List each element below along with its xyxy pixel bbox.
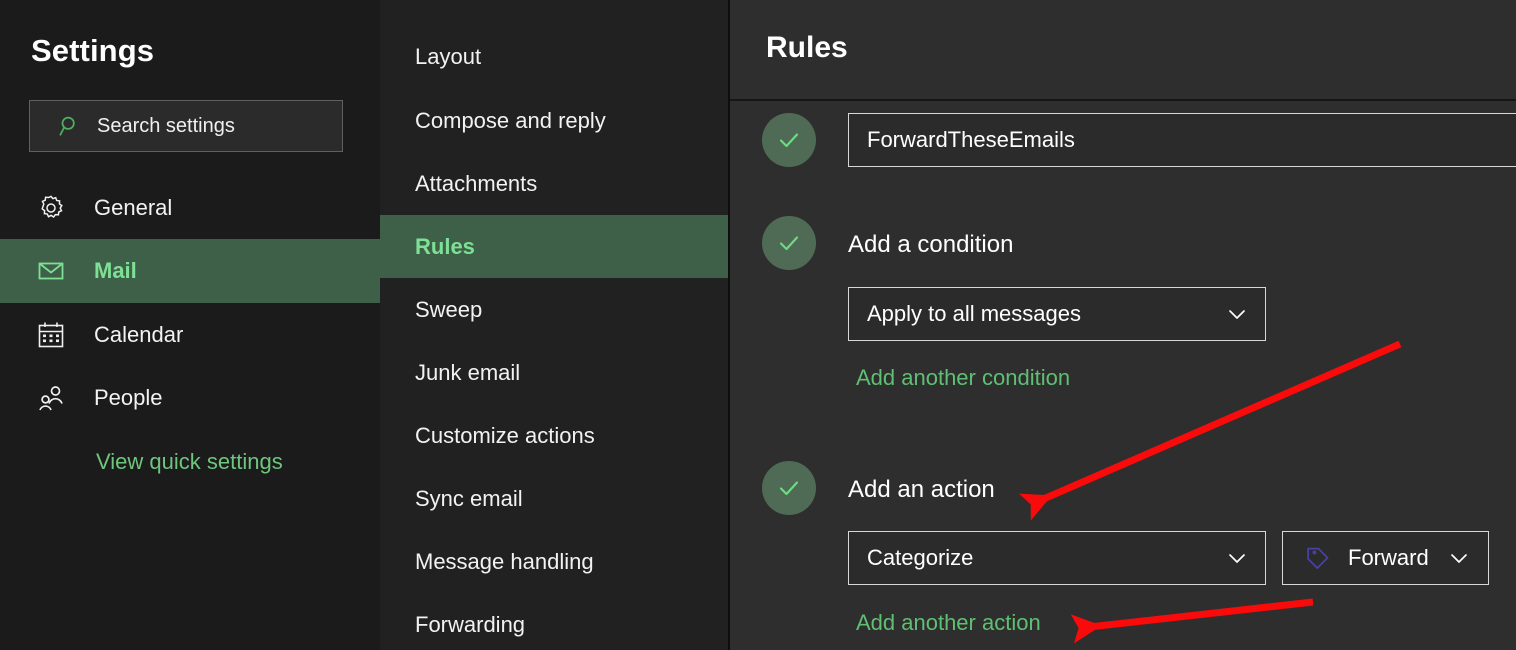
settings-window: Settings Search settings General Mail Ca… (0, 0, 1516, 650)
search-placeholder: Search settings (97, 114, 235, 137)
rules-panel: Rules ForwardTheseEmails Add a condition… (730, 0, 1516, 650)
search-icon (59, 115, 81, 137)
sidebar-item-label: People (94, 385, 163, 410)
subnav-item-attachments[interactable]: Attachments (380, 152, 728, 215)
checkmark-icon (779, 481, 799, 496)
mail-settings-subnav: Layout Compose and reply Attachments Rul… (380, 0, 730, 650)
checkmark-icon (779, 133, 799, 148)
subnav-item-layout[interactable]: Layout (380, 25, 728, 88)
condition-selected-value: Apply to all messages (867, 301, 1081, 326)
sidebar-item-label: Calendar (94, 322, 184, 347)
sidebar-item-people[interactable]: People (0, 366, 380, 430)
subnav-item-junk-email[interactable]: Junk email (380, 341, 728, 404)
sidebar-item-label: General (94, 195, 173, 220)
action-selected-value: Categorize (867, 545, 974, 570)
category-forward-label: Forward (1348, 545, 1429, 570)
sidebar-item-label: Mail (94, 258, 137, 283)
chevron-down-icon (1225, 302, 1249, 326)
settings-sidebar: Settings Search settings General Mail Ca… (0, 0, 380, 650)
action-heading: Add an action (848, 476, 995, 503)
sidebar-item-general[interactable]: General (0, 176, 380, 240)
page-title: Settings (31, 33, 155, 68)
view-quick-settings-link[interactable]: View quick settings (96, 449, 283, 475)
panel-title: Rules (766, 31, 848, 64)
sidebar-item-calendar[interactable]: Calendar (0, 303, 380, 367)
add-another-action-link[interactable]: Add another action (856, 610, 1041, 636)
subnav-item-rules[interactable]: Rules (380, 215, 728, 278)
tag-icon (1305, 546, 1330, 571)
chevron-down-icon (1225, 546, 1249, 570)
calendar-icon (36, 320, 66, 350)
subnav-item-customize-actions[interactable]: Customize actions (380, 404, 728, 467)
envelope-icon (36, 256, 66, 286)
rule-name-status-badge (762, 113, 816, 167)
action-status-badge (762, 461, 816, 515)
subnav-item-forwarding[interactable]: Forwarding (380, 593, 728, 650)
condition-dropdown[interactable]: Apply to all messages (848, 287, 1266, 341)
checkmark-icon (779, 236, 799, 251)
condition-status-badge (762, 216, 816, 270)
sidebar-item-mail[interactable]: Mail (0, 239, 380, 303)
gear-icon (36, 193, 66, 223)
header-divider (730, 99, 1516, 101)
add-another-condition-link[interactable]: Add another condition (856, 365, 1070, 391)
condition-heading: Add a condition (848, 231, 1014, 258)
subnav-item-sweep[interactable]: Sweep (380, 278, 728, 341)
rule-name-input[interactable]: ForwardTheseEmails (848, 113, 1516, 167)
rule-name-value: ForwardTheseEmails (867, 127, 1075, 152)
people-icon (36, 383, 66, 413)
subnav-item-sync-email[interactable]: Sync email (380, 467, 728, 530)
subnav-item-compose-and-reply[interactable]: Compose and reply (380, 89, 728, 152)
category-forward-button[interactable]: Forward (1282, 531, 1489, 585)
action-dropdown[interactable]: Categorize (848, 531, 1266, 585)
search-settings-input[interactable]: Search settings (29, 100, 343, 152)
chevron-down-icon (1447, 546, 1471, 570)
subnav-item-message-handling[interactable]: Message handling (380, 530, 728, 593)
